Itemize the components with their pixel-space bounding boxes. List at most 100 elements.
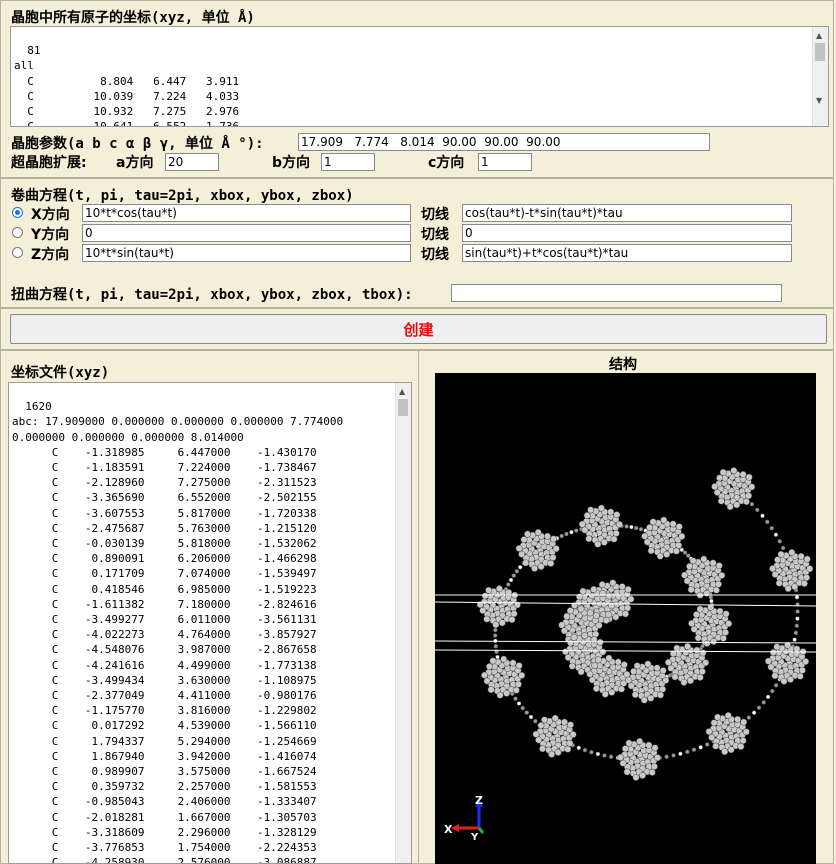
scroll-up-icon[interactable]: ▲ <box>816 28 822 43</box>
atom <box>597 504 605 512</box>
atom <box>609 579 617 587</box>
atom <box>514 680 522 688</box>
coords-textarea[interactable]: 1620 abc: 17.909000 0.000000 0.000000 0.… <box>8 382 412 864</box>
atom <box>592 685 600 693</box>
atom <box>791 583 799 591</box>
atom <box>495 654 500 660</box>
atom <box>671 753 676 758</box>
atom <box>633 662 641 670</box>
atom <box>568 662 576 670</box>
x-direction-radio[interactable] <box>12 207 23 218</box>
coords-text: 1620 abc: 17.909000 0.000000 0.000000 0.… <box>12 400 344 864</box>
atom <box>487 686 495 694</box>
structure-viewer[interactable]: Z X Y <box>435 373 816 864</box>
atom <box>562 648 570 656</box>
atom <box>566 739 574 747</box>
atom <box>503 689 511 697</box>
atom <box>739 471 747 478</box>
atom <box>532 730 540 738</box>
atom <box>780 677 788 685</box>
atom <box>803 555 811 563</box>
z-direction-radio[interactable] <box>12 247 23 258</box>
atom <box>773 683 779 688</box>
atom <box>724 712 732 719</box>
atom <box>777 550 785 558</box>
atom <box>624 585 632 593</box>
twist-input[interactable] <box>451 284 782 302</box>
x-equation-input[interactable] <box>82 204 411 222</box>
supercell-b-input[interactable] <box>321 153 375 171</box>
y-equation-input[interactable] <box>82 224 411 242</box>
atom <box>687 586 695 594</box>
z-tangent-label: 切线 <box>421 247 449 263</box>
atom <box>483 615 491 623</box>
y-direction-radio[interactable] <box>12 227 23 238</box>
atom <box>509 659 517 667</box>
atom <box>619 759 627 767</box>
atom <box>705 728 713 736</box>
atom <box>710 638 718 645</box>
axis-triad: Z X Y <box>444 794 485 843</box>
create-button[interactable]: 创建 <box>10 314 827 344</box>
x-direction-label: X方向 <box>31 207 70 223</box>
atom <box>489 657 497 665</box>
atom <box>558 621 566 629</box>
atom <box>554 748 562 756</box>
atom <box>700 555 708 563</box>
atom <box>632 773 640 781</box>
cell-params-label: 晶胞参数(a b c α β γ, 单位 Å °): <box>11 136 264 152</box>
x-tangent-input[interactable] <box>462 204 792 222</box>
atom <box>792 637 797 642</box>
atom <box>496 691 504 699</box>
atom <box>486 663 493 670</box>
atom <box>704 742 710 747</box>
coords-scrollbar[interactable]: ▲ <box>395 383 411 863</box>
atom <box>714 713 722 721</box>
atom <box>508 616 516 624</box>
scroll-thumb[interactable] <box>815 43 825 61</box>
supercell-a-input[interactable] <box>165 153 219 171</box>
atom <box>586 609 594 617</box>
y-tangent-input[interactable] <box>462 224 792 242</box>
atom <box>748 483 756 491</box>
atom <box>775 579 783 587</box>
atom <box>569 731 577 738</box>
atom <box>591 661 599 669</box>
atom <box>547 559 555 567</box>
atom <box>623 670 631 678</box>
atom <box>648 768 656 776</box>
axis-y-label: Y <box>470 832 479 843</box>
atom <box>528 714 534 720</box>
atom <box>696 605 704 613</box>
supercell-b-label: b方向 <box>272 155 311 171</box>
atom <box>617 753 624 761</box>
atom <box>727 746 735 754</box>
atom <box>564 654 572 661</box>
atom <box>644 660 652 668</box>
scroll-up-icon[interactable]: ▲ <box>399 384 405 399</box>
supercell-c-input[interactable] <box>478 153 532 171</box>
atom <box>699 649 707 657</box>
atom <box>711 483 719 491</box>
atom <box>773 532 779 537</box>
atom <box>703 589 711 597</box>
scroll-thumb[interactable] <box>398 399 408 416</box>
atom <box>627 595 635 603</box>
cell-params-input[interactable] <box>298 133 710 151</box>
z-equation-input[interactable] <box>82 244 411 262</box>
atom <box>769 525 774 531</box>
z-direction-label: Z方向 <box>31 247 70 263</box>
atom <box>698 668 706 675</box>
atom <box>769 649 777 656</box>
atom <box>687 677 694 685</box>
atom <box>512 686 520 694</box>
cell-atoms-scrollbar[interactable]: ▲ ▼ <box>812 27 828 126</box>
atom <box>657 691 664 699</box>
atom <box>722 628 729 636</box>
atom <box>645 741 653 749</box>
atom <box>686 562 694 570</box>
atom <box>802 658 810 665</box>
z-tangent-input[interactable] <box>462 244 792 262</box>
scroll-down-icon[interactable]: ▼ <box>816 93 822 108</box>
cell-atoms-textarea[interactable]: 81 all C 8.804 6.447 3.911 C 10.039 7.22… <box>10 26 829 127</box>
